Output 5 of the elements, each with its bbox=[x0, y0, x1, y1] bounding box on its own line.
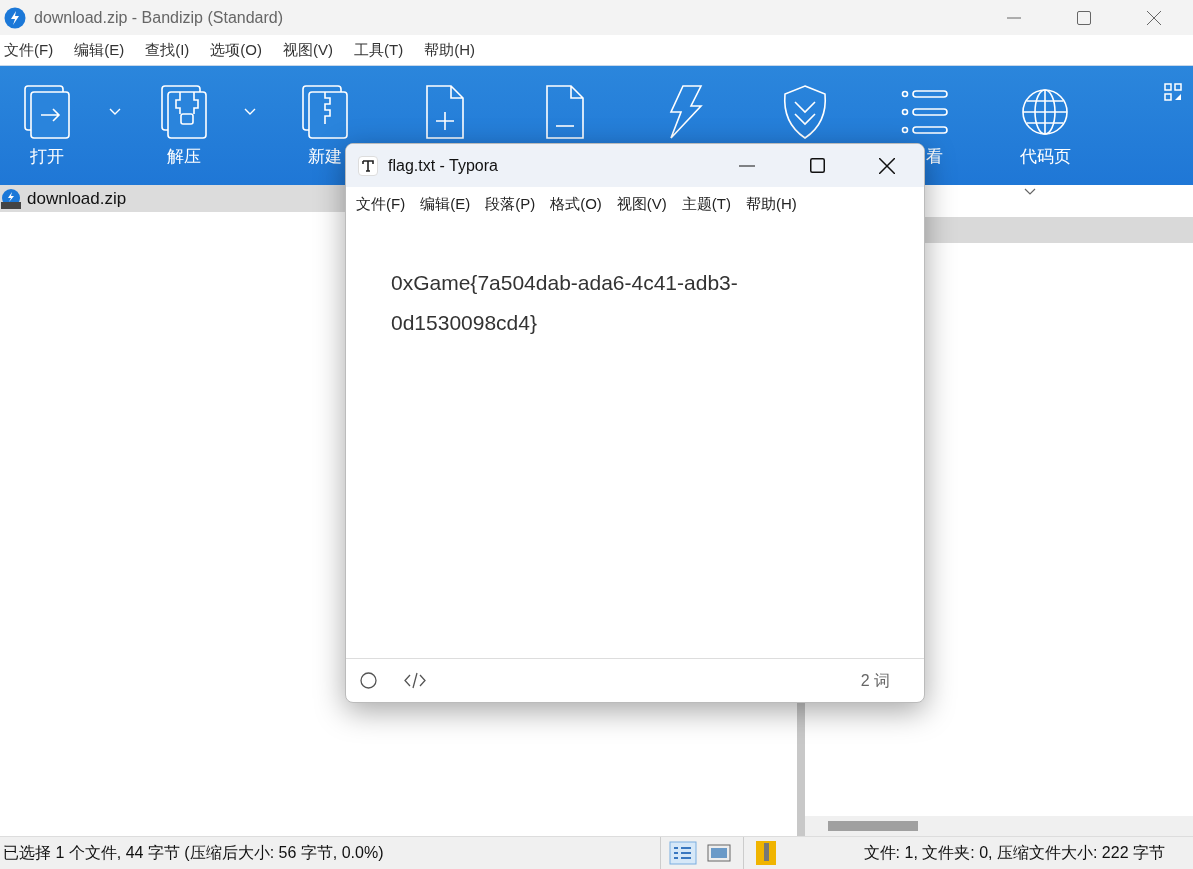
status-summary: 文件: 1, 文件夹: 0, 压缩文件大小: 222 字节 bbox=[863, 843, 1166, 863]
window-title: flag.txt - Typora bbox=[388, 155, 498, 176]
document-text: 0xGame{7a504dab-ada6-4c41-adb3-0d1530098cd4} bbox=[391, 270, 739, 336]
window-title: download.zip - Bandizip (Standard) bbox=[34, 7, 284, 28]
status-text: 已选择 1 个文件, 44 字节 (压缩后大小: 56 字节, 0.0%) bbox=[2, 843, 385, 863]
